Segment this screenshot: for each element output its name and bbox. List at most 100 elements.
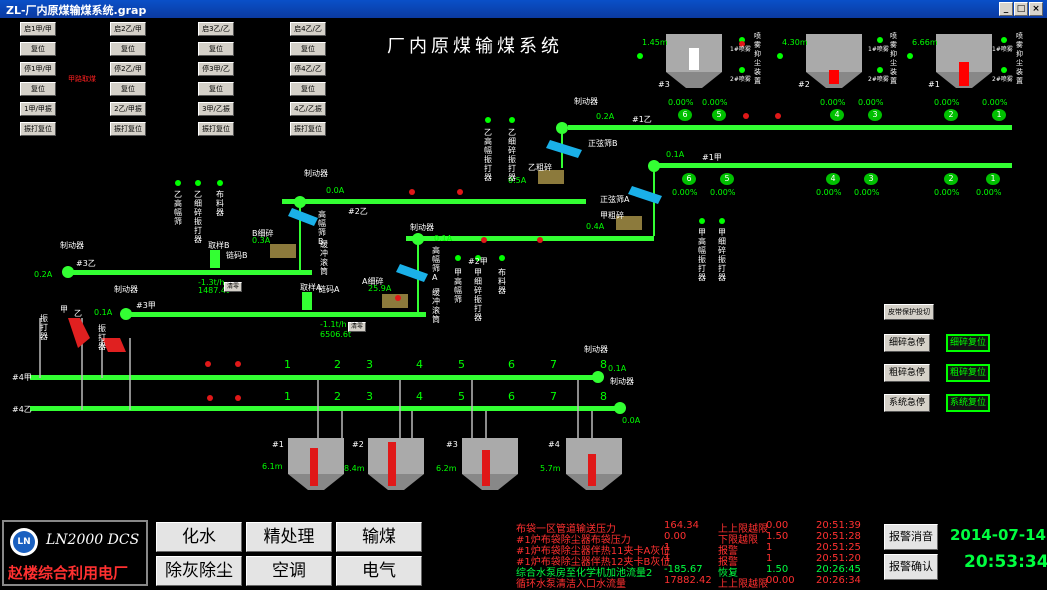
nav-ash-handling[interactable]: 除灰除尘: [156, 556, 242, 586]
top-bunker-2-dust-system: 喷雾抑尘装置: [890, 32, 897, 85]
nav-coal-handling[interactable]: 输煤: [336, 522, 422, 552]
alarm-1-val: 0.00: [664, 531, 687, 542]
nav-water-treatment[interactable]: 化水: [156, 522, 242, 552]
pulse-a-label: 链码A: [318, 285, 340, 294]
tripper-top-pct-1: 0.00%: [702, 98, 728, 107]
belt-4z: [30, 406, 620, 411]
tripper-mid-2[interactable]: 4: [826, 173, 840, 185]
b-high-rapper-label: 乙高幅振打器: [484, 128, 492, 182]
nav-hvac[interactable]: 空调: [246, 556, 332, 586]
plough-bot-1-left[interactable]: 3: [366, 390, 373, 403]
plough-top-2-left[interactable]: 5: [458, 358, 465, 371]
plough-bot-1-right[interactable]: 4: [416, 390, 423, 403]
nav-polishing[interactable]: 精处理: [246, 522, 332, 552]
brake-3j: 制动器: [114, 285, 138, 294]
a-fine-shaker-label: 甲细碎振打器: [474, 268, 482, 322]
clear-a-button[interactable]: 清零: [348, 322, 366, 332]
alarm-4-time: 20:26:45: [816, 564, 861, 575]
coarse-crusher-reset-button[interactable]: 粗碎复位: [946, 364, 990, 382]
belt-2j-label: #2甲: [468, 257, 488, 266]
top-bunker-3-dust-system: 喷雾抑尘装置: [754, 32, 761, 85]
logo-icon: LN: [10, 528, 38, 556]
system-stop-button[interactable]: 系统急停: [884, 394, 930, 412]
alarm-3-time: 20:51:20: [816, 553, 861, 564]
top-bunker-1: [936, 34, 992, 88]
current-crusher-a: 0.4A: [586, 222, 605, 231]
a-distributor-label: 布料器: [498, 268, 506, 295]
sine-screen-b-label: 正弦筛B: [588, 139, 618, 148]
tripper-mid-0[interactable]: 6: [682, 173, 696, 185]
flow-a: -1.1t/h: [320, 320, 347, 329]
tripper-top-1[interactable]: 5: [712, 109, 726, 121]
tripper-mid-1[interactable]: 5: [720, 173, 734, 185]
plough-bot-2-left[interactable]: 5: [458, 390, 465, 403]
a-high-screen-label: 甲高幅筛: [454, 268, 462, 304]
b-fine-rapper-label: 乙细碎振打器: [508, 128, 516, 182]
process-screen: 厂内原煤输煤系统 启1甲/甲 启2乙/甲 启3乙/乙 启4乙/乙 复位 复位 复位 复位 停1甲…: [2, 18, 1045, 518]
tripper-top-pct-3: 0.00%: [858, 98, 884, 107]
nav-electrical[interactable]: 电气: [336, 556, 422, 586]
plough-bot-3-left[interactable]: 7: [550, 390, 557, 403]
current-2j: 0.1A: [434, 234, 453, 243]
b-high-screen-label: 乙高幅筛: [174, 190, 182, 226]
plough-top-0-right[interactable]: 2: [334, 358, 341, 371]
b-distributor-label: 布料器: [216, 190, 224, 217]
tripper-top-pct-0: 0.00%: [668, 98, 694, 107]
fine-crusher-reset-button[interactable]: 细碎复位: [946, 334, 990, 352]
coarse-crusher-b-label: 乙粗碎: [528, 163, 552, 172]
alarm-1-lim: 1.50: [766, 531, 789, 542]
alarm-5-desc: 循环水泵清洁入口水流量: [516, 579, 626, 590]
plough-top-3-right[interactable]: 8: [600, 358, 607, 371]
tripper-top-0[interactable]: 6: [678, 109, 692, 121]
fine-crusher-a-current: 25.9A: [368, 284, 392, 293]
maximize-button[interactable]: □: [1014, 2, 1028, 16]
minimize-button[interactable]: _: [999, 2, 1013, 16]
tripper-mid-pct-3: 0.00%: [854, 188, 880, 197]
plough-bot-0-left[interactable]: 1: [284, 390, 291, 403]
plough-bot-2-right[interactable]: 6: [508, 390, 515, 403]
alarm-5-lim: 00.00: [766, 575, 795, 586]
brake-3z: 制动器: [60, 241, 84, 250]
top-bunker-1-id: #1: [928, 80, 940, 89]
fine-crusher-stop-button[interactable]: 细碎急停: [884, 334, 930, 352]
plough-top-3-left[interactable]: 7: [550, 358, 557, 371]
tripper-top-2[interactable]: 4: [830, 109, 844, 121]
coarse-crusher-stop-button[interactable]: 粗碎急停: [884, 364, 930, 382]
tripper-mid-5[interactable]: 1: [986, 173, 1000, 185]
belt-2z: [282, 199, 586, 204]
plough-top-2-right[interactable]: 6: [508, 358, 515, 371]
belt-4j-label: #4甲: [12, 373, 32, 382]
plough-top-0-left[interactable]: 1: [284, 358, 291, 371]
clear-b-button[interactable]: 清零: [224, 282, 242, 292]
window-titlebar: ZL-厂内原煤输煤系统.grap _ □ ×: [0, 0, 1047, 18]
belt-3z-label: #3乙: [76, 259, 96, 268]
alarm-silence-button[interactable]: 报警消音: [884, 524, 938, 550]
current-1z: 0.2A: [596, 112, 615, 121]
alarm-5-time: 20:26:34: [816, 575, 861, 586]
system-reset-button[interactable]: 系统复位: [946, 394, 990, 412]
tripper-mid-3[interactable]: 3: [864, 173, 878, 185]
tripper-top-5[interactable]: 1: [992, 109, 1006, 121]
tripper-top-4[interactable]: 2: [944, 109, 958, 121]
tripper-top-3[interactable]: 3: [868, 109, 882, 121]
top-bunker-2-id: #2: [798, 80, 810, 89]
plough-bot-3-right[interactable]: 8: [600, 390, 607, 403]
plough-top-1-right[interactable]: 4: [416, 358, 423, 371]
tripper-mid-pct-0: 0.00%: [672, 188, 698, 197]
bunker-3-id: #3: [446, 440, 458, 449]
alarm-0-lim: 0.00: [766, 520, 789, 531]
belt-protect-button[interactable]: 皮带保护投切: [884, 304, 934, 320]
belt-3j-label: #3甲: [136, 301, 156, 310]
fine-crusher-b-current: 0.3A: [252, 236, 271, 245]
a-fine-rapper-label: 甲细碎振打器: [718, 228, 726, 282]
company-name: 赵楼综合利用电厂: [8, 564, 129, 582]
plough-top-1-left[interactable]: 3: [366, 358, 373, 371]
tripper-mid-4[interactable]: 2: [944, 173, 958, 185]
top-bunker-1-spray2: 2#喷雾: [992, 76, 1013, 83]
close-button[interactable]: ×: [1029, 2, 1043, 16]
buffer-roller-a-label: 缓冲滚筒: [432, 288, 440, 324]
plough-bot-0-right[interactable]: 2: [334, 390, 341, 403]
top-bunker-1-dust-system: 喷雾抑尘装置: [1016, 32, 1023, 85]
brake-4j: 制动器: [584, 345, 608, 354]
alarm-confirm-button[interactable]: 报警确认: [884, 554, 938, 580]
